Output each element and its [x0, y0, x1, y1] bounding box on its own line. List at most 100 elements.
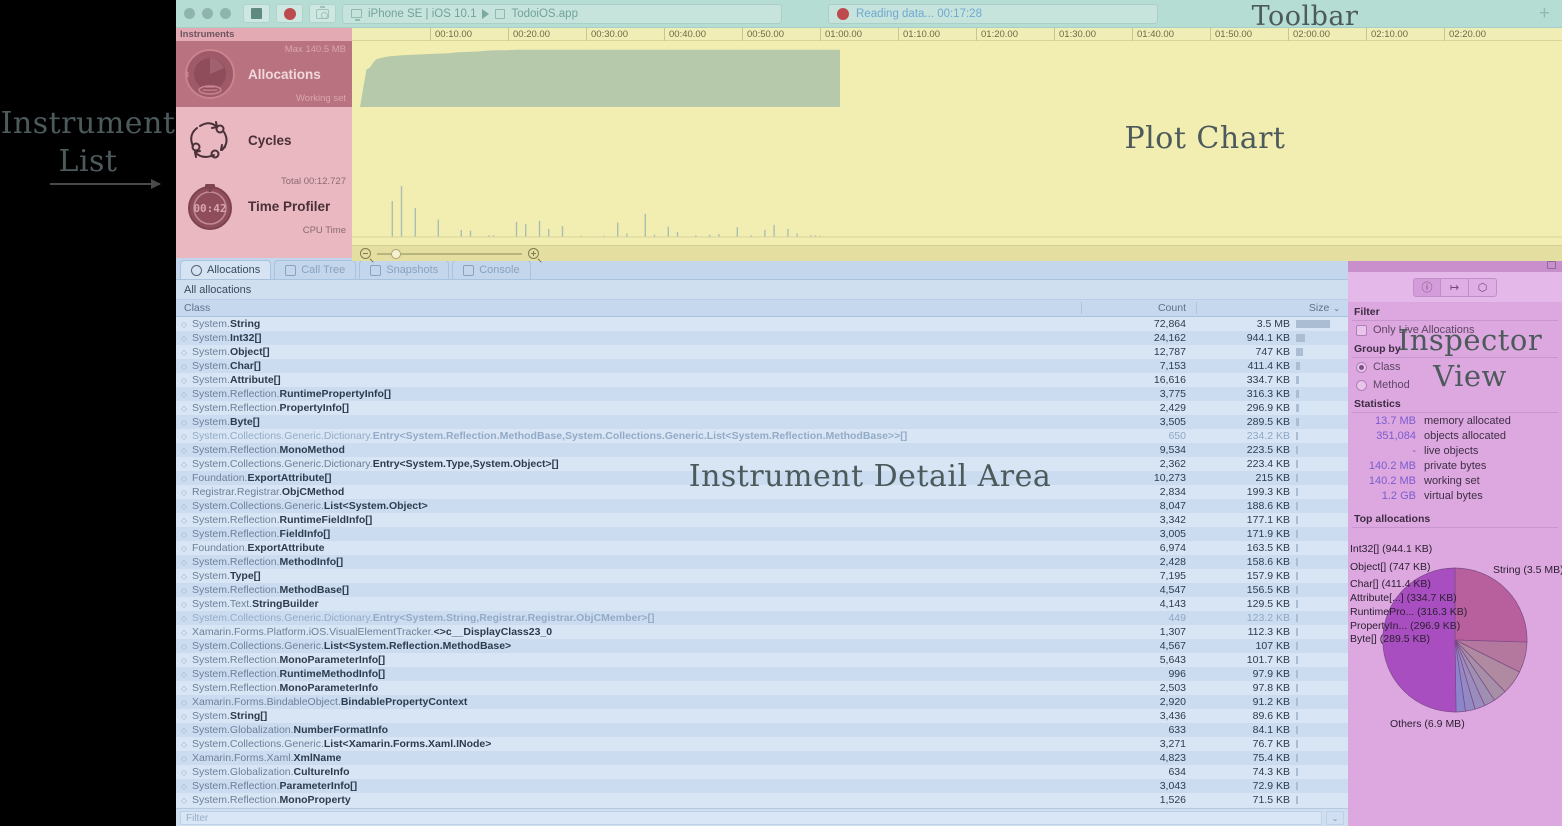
expand-disclosure-icon[interactable]: ◇ [176, 390, 192, 399]
table-row[interactable]: ◇ System.Reflection.MethodInfo[] 2,428 158.… [176, 555, 1348, 569]
column-header-class[interactable]: Class [176, 302, 1081, 314]
instrument-row-allocations[interactable]: Allocations Max 140.5 MB Working set [176, 41, 352, 107]
table-row[interactable]: ◇ System.Attribute[] 16,616 334.7 KB [176, 373, 1348, 387]
info-icon[interactable]: ⓘ [1413, 277, 1441, 297]
zoom-in-icon[interactable] [528, 248, 539, 259]
table-row[interactable]: ◇ System.Collections.Generic.Dictionary.E… [176, 429, 1348, 443]
table-row[interactable]: ◇ Xamarin.Forms.Xaml.XmlName 4,823 75.4 KB [176, 751, 1348, 765]
expand-disclosure-icon[interactable]: ◇ [176, 432, 192, 441]
top-allocations-pie-chart[interactable]: String (3.5 MB) Int32[] (944.1 KB) Object[… [1348, 532, 1562, 747]
expand-disclosure-icon[interactable]: ◇ [176, 796, 192, 805]
instrument-row-time-profiler[interactable]: 00:42 Time Profiler Total 00:12.727 CPU … [176, 173, 352, 239]
table-row[interactable]: ◇ System.Reflection.ParameterInfo[] 3,043 7… [176, 779, 1348, 793]
expand-disclosure-icon[interactable]: ◇ [176, 572, 192, 581]
device-target-selector[interactable]: iPhone SE | iOS 10.1 TodoiOS.app [342, 3, 782, 24]
table-row[interactable]: ◇ System.Globalization.CultureInfo 634 74.3… [176, 765, 1348, 779]
table-row[interactable]: ◇ System.Reflection.MonoParameterInfo 2,50… [176, 681, 1348, 695]
expand-disclosure-icon[interactable]: ◇ [176, 642, 192, 651]
expand-disclosure-icon[interactable]: ◇ [176, 320, 192, 329]
table-row[interactable]: ◇ System.Reflection.RuntimeFieldInfo[] 3,3… [176, 513, 1348, 527]
expand-disclosure-icon[interactable]: ◇ [176, 600, 192, 609]
expand-disclosure-icon[interactable]: ◇ [176, 628, 192, 637]
tab-call-tree[interactable]: Call Tree [274, 260, 357, 279]
timeline-ruler[interactable]: 00:10.00 00:20.00 00:30.00 00:40.00 00:50.00… [352, 28, 1562, 41]
snapshot-button[interactable] [309, 4, 336, 23]
table-row[interactable]: ◇ System.Reflection.MonoParameterInfo[] 5,… [176, 653, 1348, 667]
table-row[interactable]: ◇ System.Globalization.NumberFormatInfo 63… [176, 723, 1348, 737]
expand-disclosure-icon[interactable]: ◇ [176, 404, 192, 413]
expand-disclosure-icon[interactable]: ◇ [176, 488, 192, 497]
expand-disclosure-icon[interactable]: ◇ [176, 334, 192, 343]
shield-icon[interactable]: ⬡ [1469, 277, 1497, 297]
zoom-slider[interactable] [377, 248, 522, 259]
close-button[interactable] [184, 8, 195, 19]
only-live-allocations-checkbox[interactable]: Only Live Allocations [1348, 321, 1562, 339]
table-row[interactable]: ◇ System.Reflection.PropertyInfo[] 2,429 29… [176, 401, 1348, 415]
expand-disclosure-icon[interactable]: ◇ [176, 726, 192, 735]
arrow-right-icon[interactable]: ↦ [1441, 277, 1469, 297]
stop-button[interactable] [243, 4, 270, 23]
expand-disclosure-icon[interactable]: ◇ [176, 712, 192, 721]
expand-disclosure-icon[interactable]: ◇ [176, 740, 192, 749]
zoom-slider-knob[interactable] [391, 248, 401, 259]
expand-disclosure-icon[interactable]: ◇ [176, 698, 192, 707]
table-row[interactable]: ◇ Xamarin.Forms.BindableObject.BindablePr… [176, 695, 1348, 709]
panel-toggle-icon[interactable] [1547, 261, 1556, 269]
expand-disclosure-icon[interactable]: ◇ [176, 348, 192, 357]
expand-disclosure-icon[interactable]: ◇ [176, 474, 192, 483]
status-display[interactable]: Reading data... 00:17:28 [828, 3, 1158, 24]
table-row[interactable]: ◇ System.Reflection.MethodBase[] 4,547 156.… [176, 583, 1348, 597]
table-row[interactable]: ◇ System.String[] 3,436 89.6 KB [176, 709, 1348, 723]
expand-disclosure-icon[interactable]: ◇ [176, 362, 192, 371]
table-row[interactable]: ◇ System.Collections.Generic.Dictionary.E… [176, 457, 1348, 471]
expand-disclosure-icon[interactable]: ◇ [176, 376, 192, 385]
expand-disclosure-icon[interactable]: ◇ [176, 460, 192, 469]
timeline-zoom-bar[interactable] [352, 245, 1562, 261]
group-by-class-radio[interactable]: Class [1348, 358, 1562, 376]
time-profiler-graph[interactable] [352, 173, 1562, 245]
table-row[interactable]: ◇ System.Byte[] 3,505 289.5 KB [176, 415, 1348, 429]
table-row[interactable]: ◇ System.Reflection.MonoMethod 9,534 223.5 … [176, 443, 1348, 457]
filter-input[interactable]: Filter [180, 810, 1322, 825]
tab-console[interactable]: Console [452, 260, 531, 279]
minimize-button[interactable] [202, 8, 213, 19]
allocations-table[interactable]: ◇ System.String 72,864 3.5 MB ◇ System.Int32[… [176, 317, 1348, 808]
table-row[interactable]: ◇ System.Type[] 7,195 157.9 KB [176, 569, 1348, 583]
expand-disclosure-icon[interactable]: ◇ [176, 516, 192, 525]
table-row[interactable]: ◇ System.Reflection.MonoProperty 1,526 71.5… [176, 793, 1348, 807]
table-row[interactable]: ◇ System.Reflection.FieldInfo[] 3,005 171.9… [176, 527, 1348, 541]
expand-disclosure-icon[interactable]: ◇ [176, 782, 192, 791]
expand-disclosure-icon[interactable]: ◇ [176, 558, 192, 567]
instrument-row-cycles[interactable]: Cycles [176, 107, 352, 173]
expand-disclosure-icon[interactable]: ◇ [176, 446, 192, 455]
expand-disclosure-icon[interactable]: ◇ [176, 586, 192, 595]
zoom-out-icon[interactable] [360, 248, 371, 259]
table-row[interactable]: ◇ System.Char[] 7,153 411.4 KB [176, 359, 1348, 373]
column-header-size[interactable]: Size ⌄ [1196, 302, 1348, 314]
filter-options-button[interactable]: ⌄ [1326, 810, 1344, 825]
expand-disclosure-icon[interactable]: ◇ [176, 530, 192, 539]
window-controls[interactable] [184, 8, 231, 19]
expand-disclosure-icon[interactable]: ◇ [176, 418, 192, 427]
table-row[interactable]: ◇ Xamarin.Forms.Platform.iOS.VisualElemen… [176, 625, 1348, 639]
add-instrument-button[interactable]: + [1539, 4, 1556, 23]
table-row[interactable]: ◇ Foundation.ExportAttribute[] 10,273 215 K… [176, 471, 1348, 485]
group-by-method-radio[interactable]: Method [1348, 376, 1562, 394]
table-row[interactable]: ◇ System.Collections.Generic.List<System.… [176, 639, 1348, 653]
table-row[interactable]: ◇ System.String 72,864 3.5 MB [176, 317, 1348, 331]
expand-disclosure-icon[interactable]: ◇ [176, 684, 192, 693]
column-header-count[interactable]: Count [1081, 302, 1196, 314]
maximize-button[interactable] [220, 8, 231, 19]
expand-disclosure-icon[interactable]: ◇ [176, 754, 192, 763]
table-row[interactable]: ◇ System.Text.StringBuilder 4,143 129.5 KB [176, 597, 1348, 611]
tab-allocations[interactable]: Allocations [180, 260, 272, 279]
expand-disclosure-icon[interactable]: ◇ [176, 670, 192, 679]
expand-disclosure-icon[interactable]: ◇ [176, 544, 192, 553]
plot-chart[interactable]: 00:10.00 00:20.00 00:30.00 00:40.00 00:50.00… [352, 28, 1562, 261]
table-row[interactable]: ◇ System.Collections.Generic.List<Xamarin… [176, 737, 1348, 751]
table-row[interactable]: ◇ Registrar.Registrar.ObjCMethod 2,834 199.… [176, 485, 1348, 499]
inspector-segment-control[interactable]: ⓘ ↦ ⬡ [1413, 277, 1497, 297]
table-row[interactable]: ◇ System.Reflection.RuntimePropertyInfo[]… [176, 387, 1348, 401]
expand-disclosure-icon[interactable]: ◇ [176, 656, 192, 665]
table-row[interactable]: ◇ Foundation.ExportAttribute 6,974 163.5 KB [176, 541, 1348, 555]
